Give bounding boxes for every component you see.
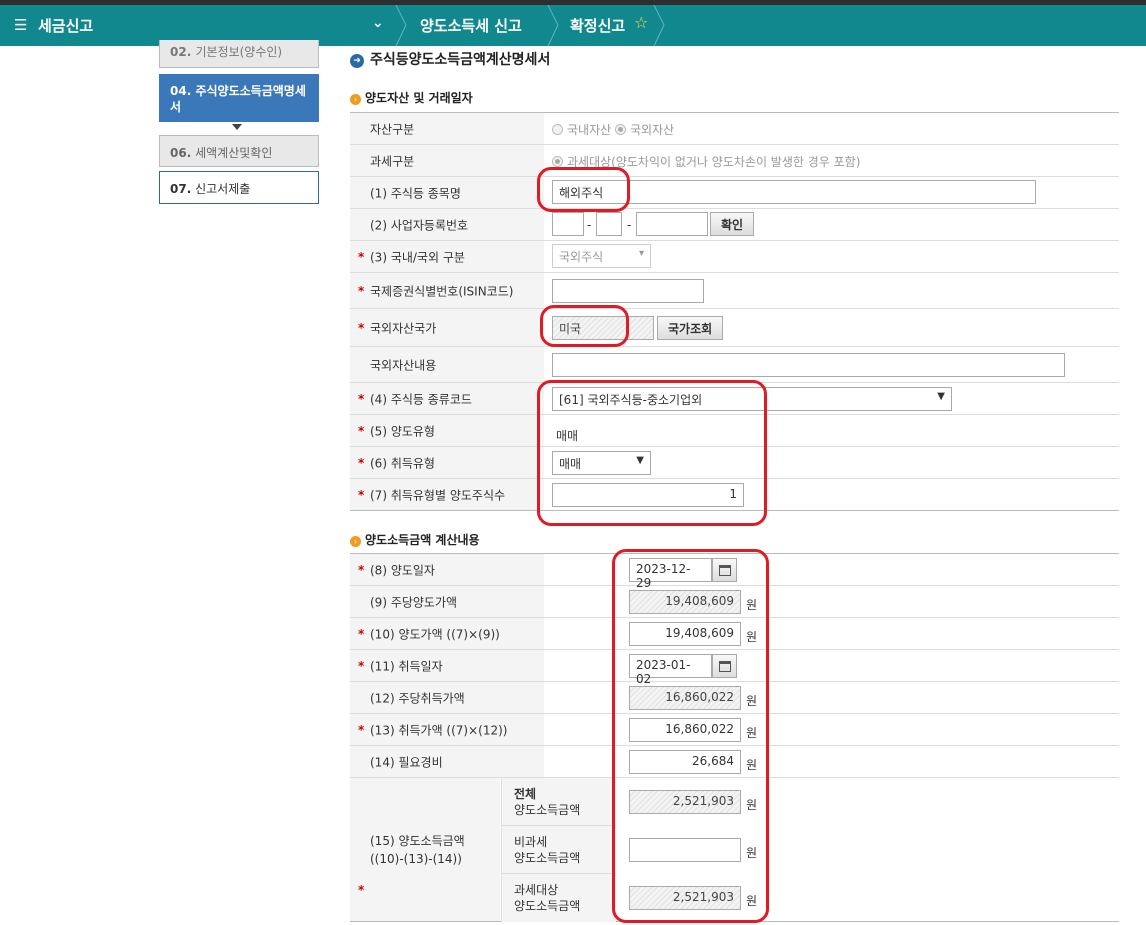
section-title-asset: › 양도자산 및 거래일자 (350, 89, 473, 106)
required-mark: * (358, 320, 365, 335)
field-label: (5) 양도유형 (370, 424, 435, 438)
field-label: 과세구분 (370, 154, 415, 168)
field-label: (14) 필요경비 (370, 755, 443, 769)
field-label: (13) 취득가액 ((7)×(12)) (370, 723, 508, 737)
country-lookup-button[interactable]: 국가조회 (657, 316, 724, 340)
page-title: ➜ 주식등양도소득금액계산명세서 (350, 49, 550, 69)
confirm-button[interactable]: 확인 (710, 212, 755, 236)
breadcrumb-separator-icon (395, 5, 407, 46)
field-label: 자산구분 (370, 122, 415, 136)
bizno-part1-input[interactable] (552, 212, 584, 236)
breadcrumb-item[interactable]: 양도소득세 신고 (420, 15, 522, 36)
radio-domestic[interactable] (552, 124, 563, 135)
field-label: (11) 취득일자 (370, 659, 443, 673)
highlight-country (540, 305, 629, 347)
highlight-kind-qty (537, 380, 767, 526)
breadcrumb-separator-icon (653, 5, 665, 46)
arrow-circle-icon: ➜ (350, 54, 364, 68)
field-label: (8) 양도일자 (370, 563, 435, 577)
required-mark: * (358, 249, 365, 264)
field-label: (12) 주당취득가액 (370, 691, 465, 705)
dash: - (587, 218, 592, 232)
step-label: 주식양도소득금액명세서 (170, 84, 306, 114)
field-label: 국외자산국가 (370, 321, 437, 335)
row-asset-type: 자산구분 국내자산 국외자산 (350, 113, 1119, 145)
required-mark: * (358, 455, 365, 470)
field-label: (4) 주식등 종류코드 (370, 392, 472, 406)
sidebar-item-tax-calc[interactable]: 06. 세액계산및확인 (159, 135, 319, 167)
radio-foreign[interactable] (615, 124, 626, 135)
dash: - (627, 218, 632, 232)
field-label: (3) 국내/국외 구분 (370, 250, 465, 264)
step-arrow-icon (232, 124, 242, 130)
step-label: 세액계산및확인 (195, 146, 273, 160)
sidebar-item-basic-info[interactable]: 02. 기본정보(양수인) (159, 40, 319, 68)
required-mark: * (358, 391, 365, 406)
app-title: 세금신고 (38, 17, 94, 35)
chevron-down-icon[interactable]: ⌄ (372, 15, 384, 31)
required-mark: * (358, 722, 365, 737)
breadcrumb-item[interactable]: 확정신고 (570, 15, 625, 36)
row-isin: * 국제증권식별번호(ISIN코드) (350, 273, 1119, 309)
field-label: (7) 취득유형별 양도주식수 (370, 488, 506, 502)
highlight-calc (612, 549, 769, 923)
favorite-star-icon[interactable]: ☆ (634, 13, 648, 32)
required-mark: * (358, 423, 365, 438)
sidebar-item-stock-statement[interactable]: 04. 주식양도소득금액명세서 (159, 74, 319, 122)
breadcrumb-separator-icon (547, 5, 559, 46)
field-label: (2) 사업자등록번호 (370, 218, 469, 232)
sidebar-item-submit[interactable]: 07. 신고서제출 (159, 171, 319, 204)
domestic-select[interactable]: 국외주식 ▾ (552, 244, 651, 268)
isin-input[interactable] (552, 279, 704, 303)
row-tax-type: 과세구분 과세대상(양도차익이 없거나 양도차손이 발생한 경우 포함) (350, 145, 1119, 177)
field-label: (10) 양도가액 ((7)×(9)) (370, 627, 500, 641)
required-mark: * (358, 882, 365, 897)
field-label: (1) 주식등 종목명 (370, 186, 461, 200)
step-label: 기본정보(양수인) (195, 45, 283, 59)
step-number: 02. (170, 45, 192, 59)
radio-taxable[interactable] (552, 156, 563, 167)
required-mark: * (358, 562, 365, 577)
step-number: 04. (170, 84, 192, 98)
row-domestic: * (3) 국내/국외 구분 국외주식 ▾ (350, 241, 1119, 273)
row-stock-name: (1) 주식등 종목명 해외주식 (350, 177, 1119, 209)
highlight-stock-name (537, 167, 630, 212)
bullet-icon: › (350, 94, 361, 105)
bizno-part2-input[interactable] (596, 212, 622, 236)
gain-label: (15) 양도소득금액 ((10)-(13)-(14)) (370, 833, 465, 866)
field-label: 국외자산내용 (370, 358, 437, 372)
row-content: 국외자산내용 (350, 347, 1119, 383)
field-label: (9) 주당양도가액 (370, 595, 458, 609)
required-mark: * (358, 487, 365, 502)
step-label: 신고서제출 (195, 182, 251, 196)
bizno-part3-input[interactable] (636, 212, 708, 236)
required-mark: * (358, 626, 365, 641)
content-input[interactable] (552, 353, 1065, 377)
required-mark: * (358, 283, 365, 298)
step-number: 06. (170, 146, 192, 160)
required-mark: * (358, 658, 365, 673)
field-label: (6) 취득유형 (370, 456, 435, 470)
hamburger-icon[interactable]: ☰ (14, 16, 27, 34)
bullet-icon: › (350, 536, 361, 547)
step-number: 07. (170, 182, 192, 196)
field-label: 국제증권식별번호(ISIN코드) (370, 284, 514, 298)
asset-type-radios[interactable]: 국내자산 국외자산 (552, 121, 674, 138)
row-bizno: (2) 사업자등록번호 - - 확인 (350, 209, 1119, 241)
row-country: * 국외자산국가 미국 국가조회 (350, 309, 1119, 347)
section-title-calc: › 양도소득금액 계산내용 (350, 531, 480, 548)
